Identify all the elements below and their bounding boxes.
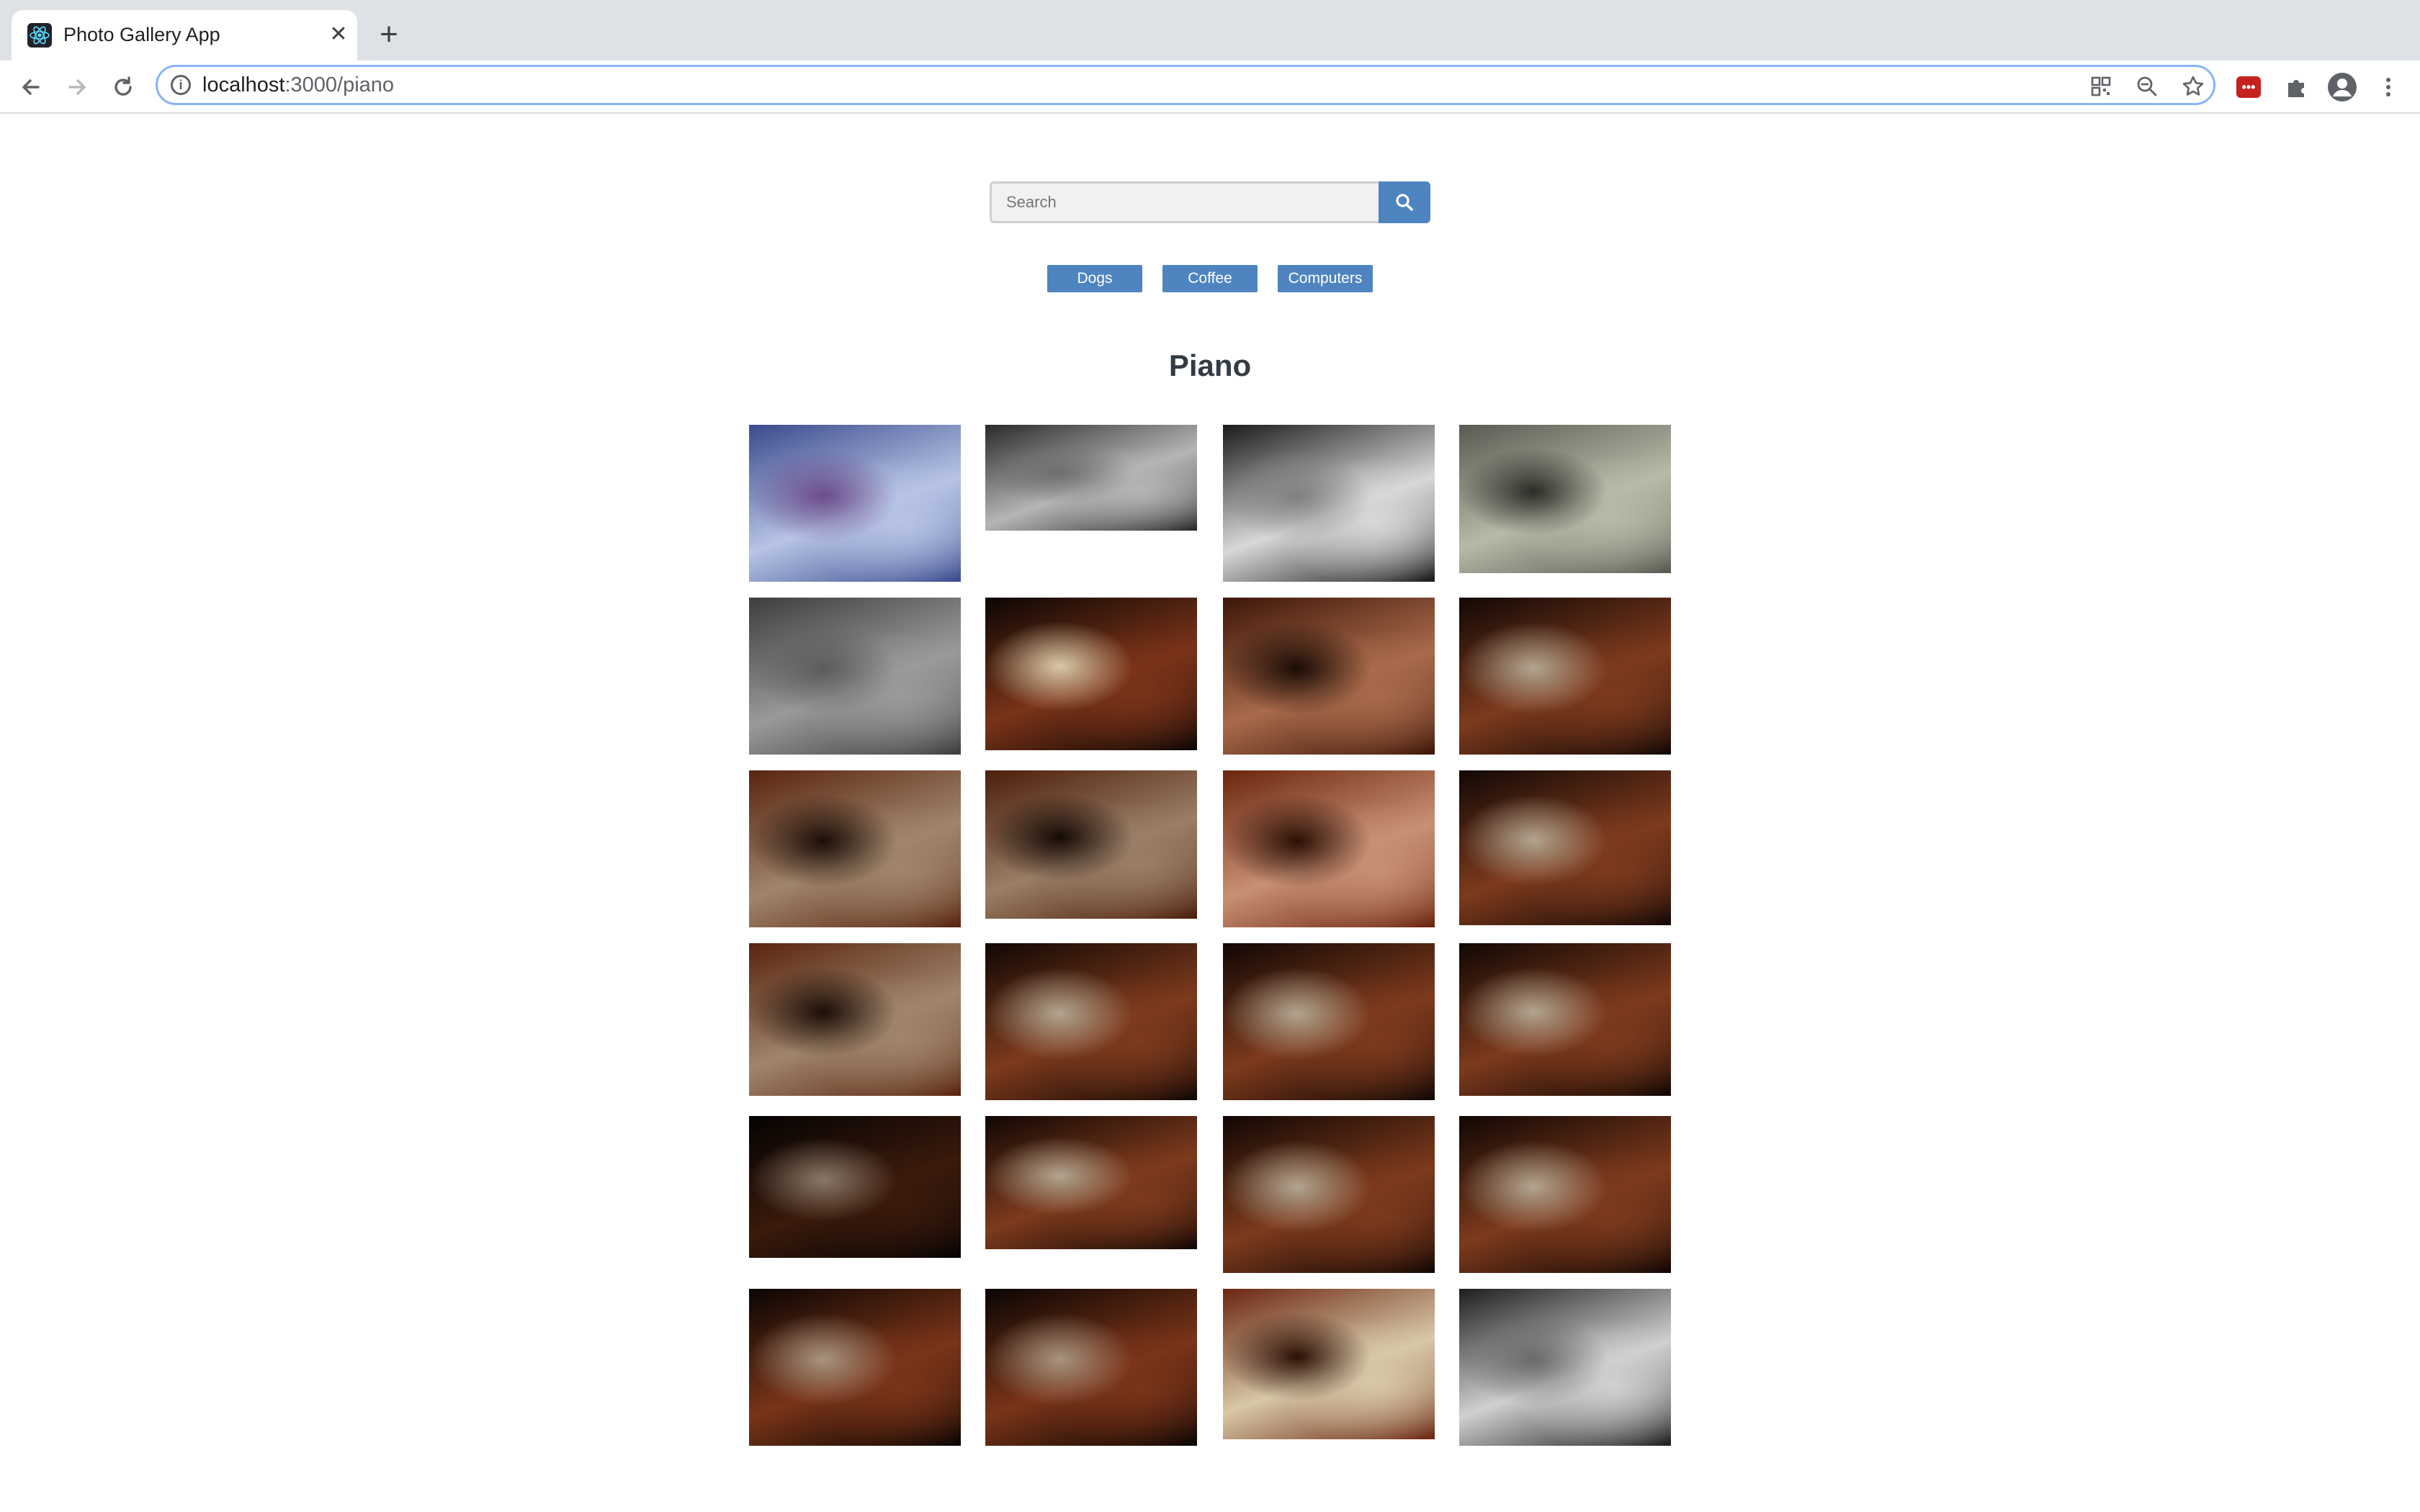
gallery-photo-woman-standing-by-piano[interactable] [985,1289,1197,1446]
gallery-photo-woman-playing-piano[interactable] [1223,943,1435,1100]
gallery-photo-band-on-stage-bw[interactable] [1223,425,1435,582]
gallery-photo-woman-portrait-glasses[interactable] [1223,770,1435,927]
forward-icon[interactable] [60,71,94,104]
extension-red-icon[interactable]: ••• [2236,76,2261,98]
gallery-photo-woman-standing-by-piano[interactable] [749,1289,961,1446]
back-icon[interactable] [14,71,48,104]
react-favicon-icon [27,23,52,48]
profile-avatar-icon[interactable] [2328,73,2357,102]
address-bar[interactable]: i localhost:3000/piano [156,65,2215,105]
gallery-photo-two-men-at-piano-sepia[interactable] [1459,425,1671,573]
search-form [990,181,1430,223]
qr-code-icon[interactable] [2088,73,2114,99]
gallery-photo-girl-with-flowers-and-piano[interactable] [749,425,961,582]
gallery-photo-woman-playing-piano[interactable] [985,1116,1197,1249]
gallery-photo-woman-playing-piano[interactable] [1459,943,1671,1096]
gallery-photo-piano-hammers-close-up[interactable] [985,425,1197,531]
gallery-photo-woman-seated-at-piano[interactable] [1459,598,1671,755]
gallery-photo-flower-monochrome[interactable] [749,598,961,755]
gallery-photo-hands-on-keys-sheet-music[interactable] [1223,1289,1435,1439]
gallery-photo-woman-at-piano-dark-stage[interactable] [749,1116,961,1258]
bookmark-star-icon[interactable] [2180,73,2206,99]
gallery-photo-square-piano-empty[interactable] [985,598,1197,750]
search-icon [1396,194,1413,211]
gallery-photo-hands-on-keys-bw[interactable] [1459,1289,1671,1446]
topic-button-dogs[interactable]: Dogs [1047,265,1142,292]
gallery-photo-woman-smiling-at-piano[interactable] [985,770,1197,919]
browser-menu-icon[interactable] [2374,73,2403,102]
topic-button-coffee[interactable]: Coffee [1162,265,1258,292]
topic-button-computers[interactable]: Computers [1278,265,1373,292]
reload-icon[interactable] [107,71,140,104]
new-tab-icon[interactable]: + [372,17,406,52]
gallery-photo-woman-seated-at-piano[interactable] [1459,770,1671,925]
browser-toolbar: i localhost:3000/piano ••• [0,60,2420,114]
gallery-title: Piano [1168,348,1252,382]
browser-tab[interactable]: Photo Gallery App ✕ [12,10,357,60]
url-path: :3000/piano [284,73,395,96]
search-input[interactable] [990,181,1379,223]
page-content: Dogs Coffee Computers Piano [0,114,2420,1512]
browser-tabstrip: Photo Gallery App ✕ + [0,0,2420,60]
gallery-photo-woman-holding-tablet[interactable] [1223,598,1435,755]
close-tab-icon[interactable]: ✕ [324,20,353,49]
gallery-photo-woman-playing-piano[interactable] [985,943,1197,1100]
extensions-puzzle-icon[interactable] [2282,73,2311,102]
gallery-photo-woman-playing-piano[interactable] [1223,1116,1435,1273]
url-text[interactable]: localhost:3000/piano [202,73,394,97]
url-host: localhost [202,73,285,96]
tab-title: Photo Gallery App [63,24,220,45]
gallery-photo-woman-smiling-at-piano[interactable] [749,770,961,927]
gallery-photo-woman-laughing-at-piano[interactable] [749,943,961,1096]
zoom-icon[interactable] [2134,73,2160,99]
search-button[interactable] [1379,181,1430,223]
site-info-icon[interactable]: i [171,75,191,95]
gallery-photo-woman-playing-piano[interactable] [1459,1116,1671,1273]
